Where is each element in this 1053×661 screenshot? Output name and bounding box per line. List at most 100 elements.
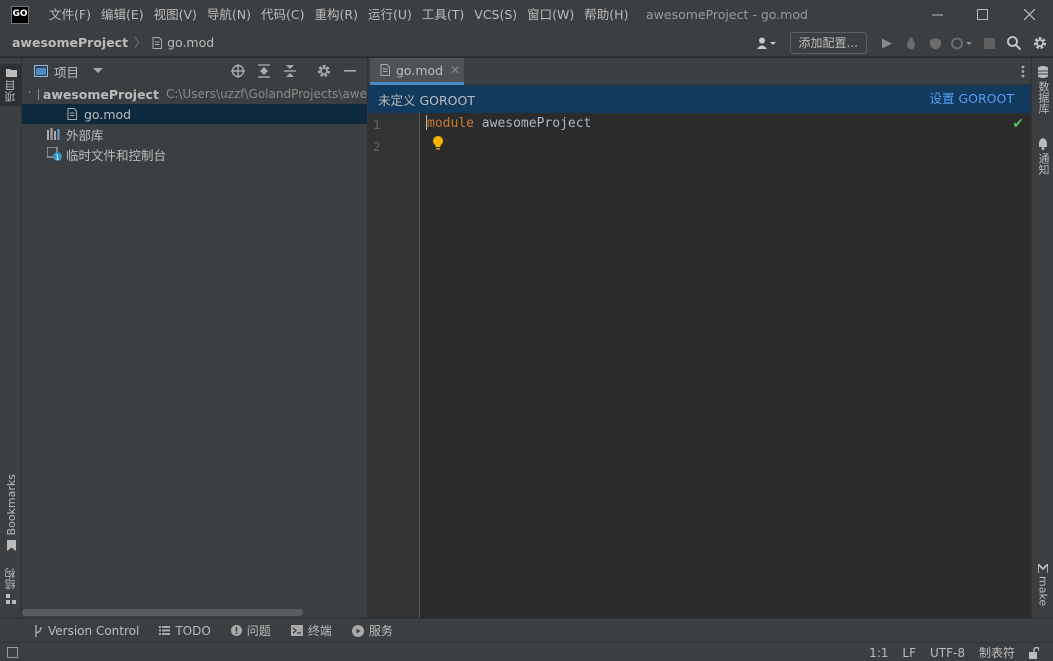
coverage-icon[interactable] <box>923 29 947 57</box>
make-tool-tab[interactable]: make <box>1032 564 1053 606</box>
bookmarks-tool-tab[interactable]: Bookmarks <box>0 474 22 552</box>
minimize-icon <box>931 14 943 16</box>
user-dropdown-icon <box>756 37 776 49</box>
breadcrumb-file-label: go.mod <box>167 35 215 50</box>
menu-window[interactable]: 窗口(W) <box>522 0 579 29</box>
setup-goroot-link[interactable]: 设置 GOROOT <box>930 85 1015 113</box>
expand-icon <box>258 64 270 78</box>
expand-all-icon[interactable] <box>251 58 277 84</box>
breadcrumb-project[interactable]: awesomeProject <box>12 35 128 50</box>
chevron-down-icon[interactable] <box>29 91 30 97</box>
folder-icon <box>5 69 17 77</box>
version-control-tab[interactable]: Version Control <box>34 624 139 638</box>
tab-label: go.mod <box>396 62 444 78</box>
file-icon <box>380 64 390 76</box>
tab-options-icon[interactable] <box>1021 58 1025 85</box>
tree-item-project-root[interactable]: awesomeProject C:\Users\uzzf\GolandProje… <box>22 84 367 104</box>
terminal-label: 终端 <box>307 624 332 638</box>
database-tool-tab[interactable]: 数据库 <box>1032 66 1053 114</box>
file-icon <box>152 36 163 49</box>
stop-icon[interactable] <box>977 29 1001 57</box>
menu-tools[interactable]: 工具(T) <box>417 0 469 29</box>
notifications-tool-tab[interactable]: 通知 <box>1032 138 1053 175</box>
unlock-icon[interactable] <box>1029 646 1039 659</box>
hide-panel-icon[interactable] <box>337 58 363 84</box>
tree-file-label: go.mod <box>84 106 132 122</box>
profile-icon[interactable] <box>947 29 977 57</box>
file-encoding[interactable]: UTF-8 <box>930 646 965 660</box>
menu-help[interactable]: 帮助(H) <box>579 0 633 29</box>
minimize-button[interactable] <box>914 0 960 29</box>
project-view-icon <box>34 65 48 77</box>
tree-item-scratches[interactable]: 1 临时文件和控制台 <box>22 144 367 164</box>
branch-icon <box>35 624 42 637</box>
close-button[interactable] <box>1006 0 1052 29</box>
menu-view[interactable]: 视图(V) <box>149 0 202 29</box>
breadcrumb-separator: 〉 <box>134 36 147 50</box>
run-icon[interactable]: ▶ <box>875 29 899 57</box>
project-panel: 项目 awesomeProject C:\Users\uzzf\GolandPr… <box>22 58 368 618</box>
status-bar: 1:1 LF UTF-8 制表符 <box>0 642 1053 661</box>
user-icon[interactable] <box>752 29 782 57</box>
panel-options-icon[interactable] <box>311 58 337 84</box>
caret-position[interactable]: 1:1 <box>869 646 888 660</box>
menu-file[interactable]: 文件(F) <box>44 0 96 29</box>
run-toolbar: 添加配置... ▶ <box>752 29 1053 57</box>
menu-edit[interactable]: 编辑(E) <box>96 0 149 29</box>
folder-icon <box>37 89 39 100</box>
menu-refactor[interactable]: 重构(R) <box>310 0 363 29</box>
lightbulb-icon[interactable] <box>432 135 444 151</box>
library-icon <box>47 128 60 140</box>
right-tool-strip: 数据库 通知 make <box>1031 58 1053 618</box>
menu-run[interactable]: 运行(U) <box>363 0 417 29</box>
crosshair-icon <box>231 64 245 78</box>
version-control-label: Version Control <box>48 623 140 638</box>
gear-icon <box>318 65 330 77</box>
tree-project-name: awesomeProject <box>42 86 159 102</box>
services-tab[interactable]: 服务 <box>351 622 393 639</box>
menu-code[interactable]: 代码(C) <box>256 0 309 29</box>
terminal-tab[interactable]: 终端 <box>290 622 332 639</box>
more-vertical-icon <box>1021 65 1025 78</box>
chevron-down-icon[interactable] <box>93 68 104 74</box>
file-icon <box>67 108 77 120</box>
line-number: 2 <box>373 139 381 154</box>
debug-icon[interactable] <box>899 29 923 57</box>
breadcrumb-file[interactable]: go.mod <box>152 35 214 50</box>
database-tool-tab-label: 数据库 <box>1037 81 1050 114</box>
project-panel-title[interactable]: 项目 <box>54 62 79 81</box>
maximize-button[interactable] <box>959 0 1005 29</box>
tab-go-mod[interactable]: go.mod ✕ <box>370 58 464 85</box>
close-icon <box>1023 9 1035 20</box>
navigation-bar: awesomeProject 〉 go.mod 添加配置... ▶ <box>0 29 1053 57</box>
project-tool-tab[interactable]: 项目 <box>0 64 22 106</box>
editor-area: go.mod ✕ 未定义 GOROOT 设置 GOROOT 1 2 module… <box>368 58 1031 618</box>
horizontal-scrollbar[interactable] <box>22 609 303 616</box>
structure-tool-tab[interactable]: 结构 <box>0 568 22 604</box>
search-everywhere-icon[interactable] <box>1001 29 1027 57</box>
settings-icon[interactable] <box>1027 29 1053 57</box>
locate-file-icon[interactable] <box>225 58 251 84</box>
tree-item-go-mod[interactable]: go.mod <box>22 104 367 124</box>
tree-item-external-libraries[interactable]: 外部库 <box>22 124 367 144</box>
line-number-gutter: 1 2 <box>368 113 420 618</box>
todo-tab[interactable]: TODO <box>159 624 211 638</box>
menu-navigate[interactable]: 导航(N) <box>202 0 256 29</box>
bookmarks-tool-tab-label: Bookmarks <box>4 474 18 536</box>
menu-vcs[interactable]: VCS(S) <box>469 0 522 29</box>
bookmark-icon <box>6 540 16 552</box>
line-separator[interactable]: LF <box>902 646 916 660</box>
left-tool-strip: 项目 Bookmarks 结构 <box>0 58 22 618</box>
add-configuration-button[interactable]: 添加配置... <box>789 32 867 54</box>
banner-message: 未定义 GOROOT <box>378 92 475 108</box>
problems-tab[interactable]: 问题 <box>230 622 271 639</box>
structure-icon <box>6 594 16 604</box>
collapse-all-icon[interactable] <box>277 58 303 84</box>
toggle-tool-windows-icon[interactable] <box>7 646 18 658</box>
make-icon <box>1038 564 1048 573</box>
code-identifier: awesomeProject <box>481 116 592 131</box>
no-problems-check-icon[interactable]: ✔ <box>1012 116 1024 132</box>
indent-setting[interactable]: 制表符 <box>979 644 1015 661</box>
tab-close-icon[interactable]: ✕ <box>450 63 460 77</box>
code-editor[interactable]: module awesomeProject <box>426 115 591 131</box>
